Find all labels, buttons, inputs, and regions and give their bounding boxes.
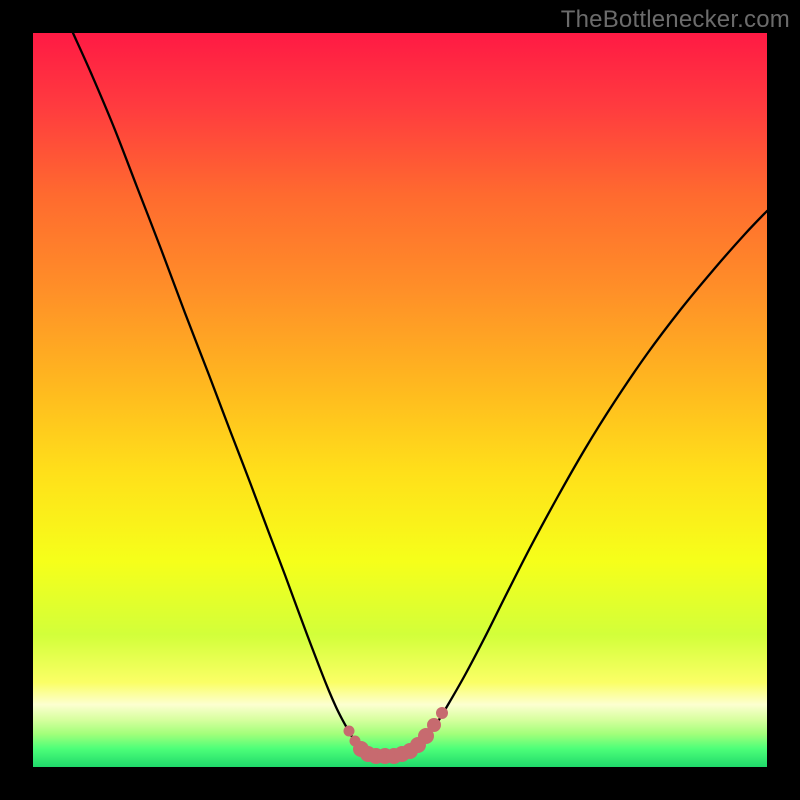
chart-frame: TheBottlenecker.com <box>0 0 800 800</box>
plot-area <box>33 33 767 767</box>
trough-marker <box>344 726 355 737</box>
watermark-text: TheBottlenecker.com <box>561 6 790 34</box>
trough-marker <box>427 718 441 732</box>
bottleneck-curve <box>73 33 767 756</box>
trough-marker <box>436 707 448 719</box>
curve-layer <box>33 33 767 767</box>
